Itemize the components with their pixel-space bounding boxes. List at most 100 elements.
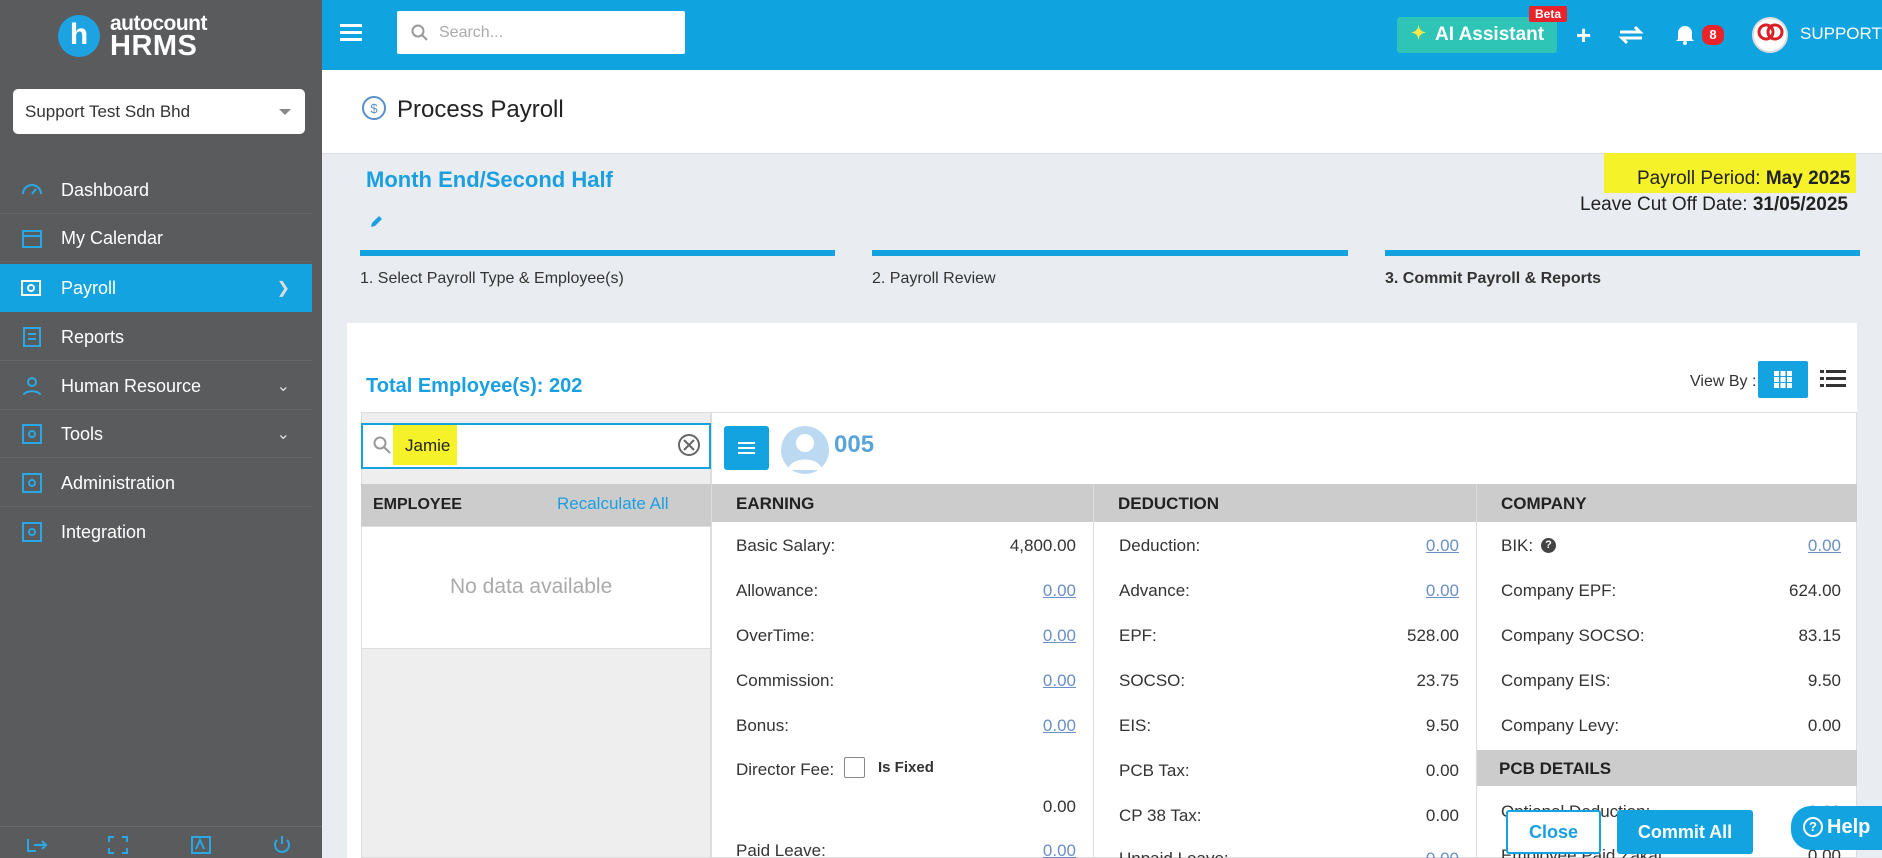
company-select[interactable]: Support Test Sdn Bhd <box>13 89 305 134</box>
commit-all-button[interactable]: Commit All <box>1617 810 1753 854</box>
caret-down-icon <box>279 109 291 115</box>
bell-icon[interactable] <box>1674 23 1696 45</box>
add-button[interactable]: + <box>1576 20 1591 51</box>
deduction-label: Advance: <box>1119 581 1190 600</box>
earning-label: Paid Leave: <box>736 841 826 858</box>
deduction-value: 0.00 <box>1425 806 1459 825</box>
step-2-label[interactable]: 2. Payroll Review <box>872 270 996 288</box>
user-avatar[interactable] <box>1752 17 1788 53</box>
question-circle-icon: ? <box>1803 817 1823 837</box>
sidebar-item-reports[interactable]: Reports <box>0 313 312 361</box>
recalculate-all-link[interactable]: Recalculate All <box>557 494 669 514</box>
admin-icon <box>22 473 42 493</box>
deduction-value: 23.75 <box>1416 671 1459 690</box>
grid-view-button[interactable] <box>1758 361 1808 398</box>
chevron-right-icon: ❯ <box>276 280 290 297</box>
fullscreen-icon[interactable] <box>107 835 129 855</box>
deduction-value: 9.50 <box>1425 716 1459 735</box>
autocount-logo-icon <box>1757 23 1784 41</box>
earning-label: Commission: <box>736 671 835 690</box>
sidebar-item-tools[interactable]: Tools ⌄ <box>0 410 312 458</box>
earning-value-link[interactable]: 0.00 <box>876 581 1076 601</box>
sidebar-item-label: Reports <box>61 327 125 347</box>
sidebar-item-administration[interactable]: Administration <box>0 459 312 507</box>
sidebar-item-payroll[interactable]: Payroll ❯ <box>0 264 312 312</box>
earning-label: Basic Salary: <box>736 536 836 555</box>
pcb-details-header: PCB DETAILS <box>1477 750 1857 786</box>
logo-line2: HRMS <box>110 30 198 62</box>
sidebar-item-label: Human Resource <box>61 376 202 396</box>
deduction-value-link[interactable]: 0.00 <box>1259 536 1459 556</box>
deduction-label: SOCSO: <box>1119 671 1186 690</box>
company-value-link[interactable]: 0.00 <box>1641 536 1841 556</box>
deduction-label: PCB Tax: <box>1119 761 1190 780</box>
ai-assistant-label: AI Assistant <box>1435 24 1545 45</box>
no-data-message: No data available <box>450 575 613 598</box>
payroll-period-label: Payroll Period: <box>1637 168 1761 189</box>
earning-header: EARNING <box>712 484 1093 522</box>
deduction-title: DEDUCTION <box>1118 494 1220 513</box>
sidebar-item-dashboard[interactable]: Dashboard <box>0 166 312 214</box>
company-label: Company EPF: <box>1501 581 1617 600</box>
step-1-bar <box>360 250 835 256</box>
employee-menu-button[interactable] <box>724 426 769 470</box>
earning-value-link[interactable]: 0.00 <box>876 716 1076 736</box>
earning-title: EARNING <box>736 494 815 513</box>
help-button[interactable]: ? Help <box>1791 806 1882 850</box>
total-employees-value: 202 <box>549 375 583 397</box>
hamburger-menu-icon[interactable] <box>340 24 362 42</box>
deduction-label: EIS: <box>1119 716 1152 735</box>
pencil-edit-icon[interactable] <box>369 215 383 229</box>
is-fixed-checkbox[interactable] <box>844 757 865 778</box>
sidebar-item-label: My Calendar <box>61 228 164 248</box>
switch-icon[interactable] <box>1616 22 1646 48</box>
sparkle-icon: ✦ <box>1411 23 1427 43</box>
sidebar-item-human-resource[interactable]: Human Resource ⌄ <box>0 362 312 410</box>
column-divider <box>1476 484 1477 858</box>
user-card-icon <box>23 377 41 396</box>
sidebar-item-my-calendar[interactable]: My Calendar <box>0 214 312 262</box>
menu-icon <box>738 442 755 454</box>
payroll-cycle-icon: $ <box>362 96 386 120</box>
global-search-input[interactable]: Search... <box>397 11 685 54</box>
help-label: Help <box>1827 816 1871 838</box>
step-1-label[interactable]: 1. Select Payroll Type & Employee(s) <box>360 270 624 288</box>
sidebar-item-label: Integration <box>61 522 147 542</box>
employee-search-input[interactable]: Jamie <box>361 423 711 469</box>
earning-value-link[interactable]: 0.00 <box>876 671 1076 691</box>
company-value: 0.00 <box>1807 716 1841 735</box>
question-icon[interactable]: ? <box>1541 538 1556 553</box>
leave-cutoff-label: Leave Cut Off Date: <box>1580 194 1748 215</box>
clear-search-icon[interactable] <box>678 434 700 456</box>
deduction-value-link[interactable]: 0.00 <box>1259 849 1459 858</box>
company-value: 624.00 <box>1789 581 1841 600</box>
sidebar-item-integration[interactable]: Integration <box>0 508 312 556</box>
notification-count-badge: 8 <box>1702 25 1724 45</box>
view-by-label: View By : <box>1690 373 1757 390</box>
list-view-icon[interactable] <box>1820 367 1846 391</box>
payroll-icon <box>21 280 41 296</box>
step-3-label[interactable]: 3. Commit Payroll & Reports <box>1385 270 1601 288</box>
brand-logo[interactable]: h autocount HRMS <box>58 12 228 62</box>
logout-icon[interactable] <box>26 835 48 855</box>
sidebar-footer <box>0 826 322 858</box>
employee-column-title: EMPLOYEE <box>373 496 462 513</box>
total-employees: Total Employee(s): 202 <box>366 375 582 398</box>
company-value: 83.15 <box>1798 626 1841 645</box>
deduction-value: 0.00 <box>1425 761 1459 780</box>
earning-value-link[interactable]: 0.00 <box>876 841 1076 858</box>
company-label: BIK: <box>1501 536 1534 555</box>
gauge-icon <box>22 184 42 195</box>
payroll-period-value: May 2025 <box>1765 168 1851 189</box>
deduction-label: EPF: <box>1119 626 1157 645</box>
employee-search-value: Jamie <box>405 436 451 455</box>
svg-text:$: $ <box>370 101 378 116</box>
power-icon[interactable] <box>271 835 293 855</box>
deduction-value-link[interactable]: 0.00 <box>1259 581 1459 601</box>
earning-value-link[interactable]: 0.00 <box>876 626 1076 646</box>
translate-icon[interactable] <box>190 835 212 855</box>
close-button[interactable]: Close <box>1506 810 1601 854</box>
deduction-header: DEDUCTION <box>1094 484 1476 522</box>
ai-assistant-button[interactable]: ✦ AI Assistant <box>1397 17 1557 53</box>
user-name-menu[interactable]: SUPPORT⌄ <box>1800 24 1882 44</box>
